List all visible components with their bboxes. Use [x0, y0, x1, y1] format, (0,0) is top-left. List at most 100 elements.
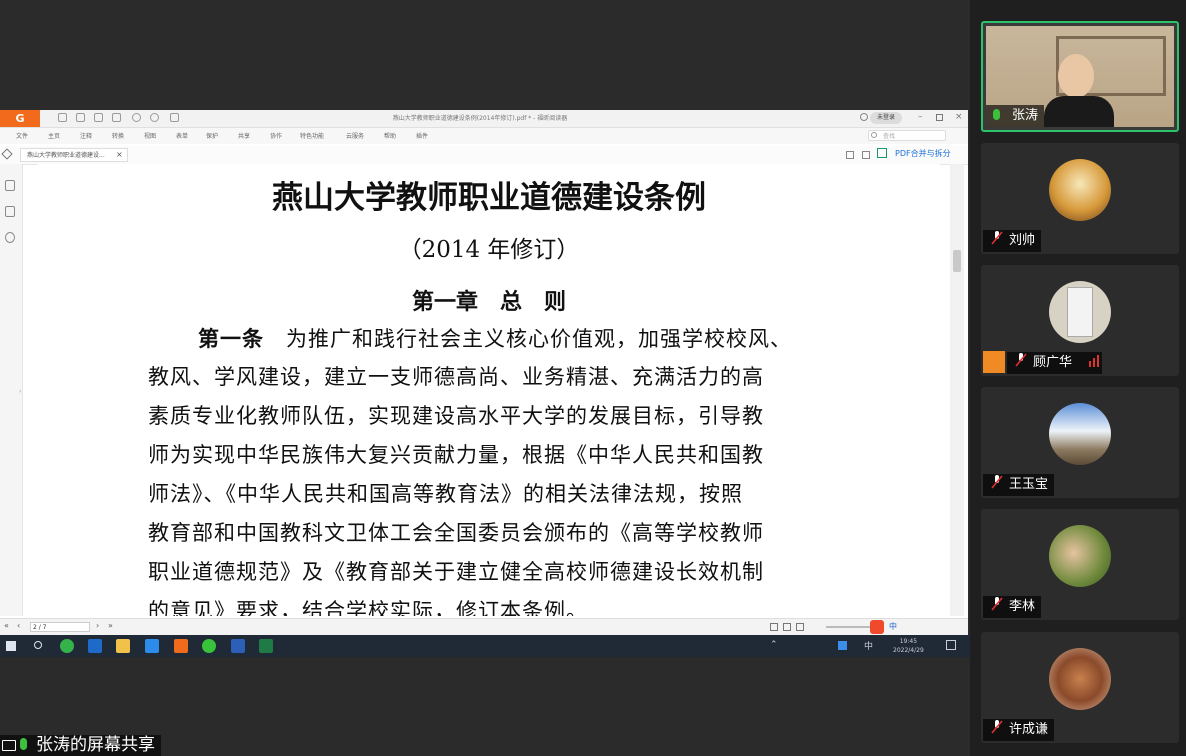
paragraph-line: 教风、学风建设，建立一支师德高尚、业务精湛、充满活力的高 [148, 365, 764, 389]
menu-convert[interactable]: 转换 [112, 131, 124, 140]
paragraph-line: 为推广和践行社会主义核心价值观，加强学校校风、 [286, 327, 792, 351]
pen-icon[interactable] [1, 148, 13, 160]
maximize-icon[interactable] [936, 114, 943, 121]
search-icon [871, 132, 877, 138]
menu-form[interactable]: 表单 [176, 131, 188, 140]
signal-bar [1097, 355, 1099, 367]
first-page-icon[interactable]: « [4, 621, 9, 630]
participant-tile-xuchengqian[interactable]: 许成谦 [981, 632, 1179, 743]
tray-overflow-icon[interactable]: ⌃ [770, 640, 778, 650]
pdf-reader-taskbar-icon[interactable] [174, 639, 188, 653]
menu-help[interactable]: 帮助 [384, 131, 396, 140]
participant-tile-lilin[interactable]: 李林 [981, 509, 1179, 620]
participant-tile-zhangtao[interactable]: 张涛 [981, 21, 1179, 132]
person-body-image [1044, 96, 1114, 127]
avatar [1049, 403, 1111, 465]
windows-start-icon[interactable] [6, 641, 16, 651]
network-icon[interactable] [838, 641, 847, 650]
paragraph-line: 师法》、《中华人民共和国高等教育法》的相关法律法规，按照 [148, 482, 743, 506]
two-page-icon[interactable] [796, 623, 804, 631]
search-taskbar-icon[interactable] [34, 641, 42, 649]
paragraph-line: 师为实现中华民族伟大复兴贡献力量，根据《中华人民共和国教 [148, 443, 764, 467]
pdf-merge-split-button[interactable]: PDF合并与拆分 [895, 148, 951, 159]
pages-icon[interactable] [5, 206, 15, 217]
redo-icon[interactable] [150, 113, 159, 122]
wechat-icon[interactable] [202, 639, 216, 653]
account-icon[interactable] [860, 113, 868, 121]
avatar [1049, 281, 1111, 343]
menu-plugins[interactable]: 插件 [416, 131, 428, 140]
search-input[interactable]: 查找 [868, 130, 946, 141]
participant-tile-liushuai[interactable]: 刘帅 [981, 143, 1179, 254]
paragraph-line: 的意见》要求，结合学校实际，修订本条例。 [148, 599, 588, 616]
last-page-icon[interactable]: » [108, 621, 113, 630]
notification-icon[interactable] [946, 640, 956, 650]
print-icon[interactable] [94, 113, 103, 122]
save-icon[interactable] [76, 113, 85, 122]
menu-home[interactable]: 主页 [48, 131, 60, 140]
page-number-input[interactable]: 2 / 7 [30, 622, 90, 632]
browser-icon[interactable] [60, 639, 74, 653]
vertical-scrollbar[interactable] [950, 164, 964, 616]
participant-tile-guguanghua[interactable]: 顾广华 [981, 265, 1179, 376]
menu-collaborate[interactable]: 协作 [270, 131, 282, 140]
ime-mode-label[interactable]: 中 [889, 621, 897, 632]
zoom-slider[interactable] [826, 626, 870, 628]
document-tab[interactable]: 燕山大学教师职业道德建设... [20, 148, 128, 162]
meeting-app-icon[interactable] [145, 639, 159, 653]
mic-muted-icon [991, 475, 1003, 489]
excel-icon[interactable] [259, 639, 273, 653]
shared-screen-area: G 燕山大学教师职业道德建设条例(2014年修订).pdf * - 福昕阅读器 … [0, 0, 970, 756]
quick-tools-icon[interactable] [170, 113, 179, 122]
participant-tile-wangyubao[interactable]: 王玉宝 [981, 387, 1179, 498]
single-page-icon[interactable] [770, 623, 778, 631]
minimize-icon[interactable]: – [918, 112, 923, 122]
undo-icon[interactable] [132, 113, 141, 122]
status-bar: « ‹ 2 / 7 › » 中 [0, 618, 968, 635]
user-placeholder-icon [983, 351, 1005, 373]
avatar [1049, 648, 1111, 710]
prev-page-icon[interactable]: ‹ [17, 621, 20, 630]
menu-share[interactable]: 共享 [238, 131, 250, 140]
open-file-icon[interactable] [58, 113, 67, 122]
clock-date: 2022/4/29 [893, 647, 924, 654]
continuous-icon[interactable] [783, 623, 791, 631]
sogou-ime-icon[interactable] [870, 620, 884, 634]
avatar [1049, 159, 1111, 221]
menu-view[interactable]: 视图 [144, 131, 156, 140]
mic-on-icon [20, 738, 27, 750]
login-status-pill[interactable]: 未登录 [870, 112, 902, 124]
windows-taskbar: ⌃ 中 19:45 2022/4/29 [0, 635, 970, 657]
tab-close-icon[interactable]: × [116, 150, 123, 159]
outlook-icon[interactable] [88, 639, 102, 653]
menu-cloud[interactable]: 云服务 [346, 131, 364, 140]
menu-features[interactable]: 特色功能 [300, 131, 324, 140]
menu-protect[interactable]: 保护 [206, 131, 218, 140]
participants-panel: 张涛 刘帅 顾广华 王玉宝 李林 许成谦 [970, 0, 1186, 756]
document-title: 燕山大学教师职业道德建设条例 [272, 180, 706, 216]
file-explorer-icon[interactable] [116, 639, 130, 653]
app-logo[interactable]: G [0, 110, 40, 127]
avatar [1049, 525, 1111, 587]
menu-file[interactable]: 文件 [16, 131, 28, 140]
next-page-icon[interactable]: › [96, 621, 99, 630]
tray-ime-label[interactable]: 中 [864, 639, 873, 652]
comments-icon[interactable] [5, 232, 15, 243]
new-doc-icon[interactable] [112, 113, 121, 122]
left-sidebar-rail: › [0, 164, 23, 616]
system-clock[interactable]: 19:45 2022/4/29 [893, 637, 924, 655]
mic-muted-icon [1015, 353, 1027, 367]
bookmark-icon[interactable] [5, 180, 15, 191]
scrollbar-thumb[interactable] [953, 250, 961, 272]
export-icon[interactable] [862, 151, 870, 159]
paragraph-line: 素质专业化教师队伍，实现建设高水平大学的发展目标，引导教 [148, 404, 764, 428]
mic-muted-icon [991, 597, 1003, 611]
title-bar: G 燕山大学教师职业道德建设条例(2014年修订).pdf * - 福昕阅读器 … [0, 110, 968, 128]
close-icon[interactable]: × [955, 112, 963, 122]
word-icon[interactable] [231, 639, 245, 653]
mic-on-icon [993, 109, 1000, 120]
document-subtitle: （2014 年修订） [398, 237, 580, 263]
menu-comment[interactable]: 注释 [80, 131, 92, 140]
collapse-panel-icon[interactable]: › [19, 388, 21, 395]
grid-view-icon[interactable] [846, 151, 854, 159]
